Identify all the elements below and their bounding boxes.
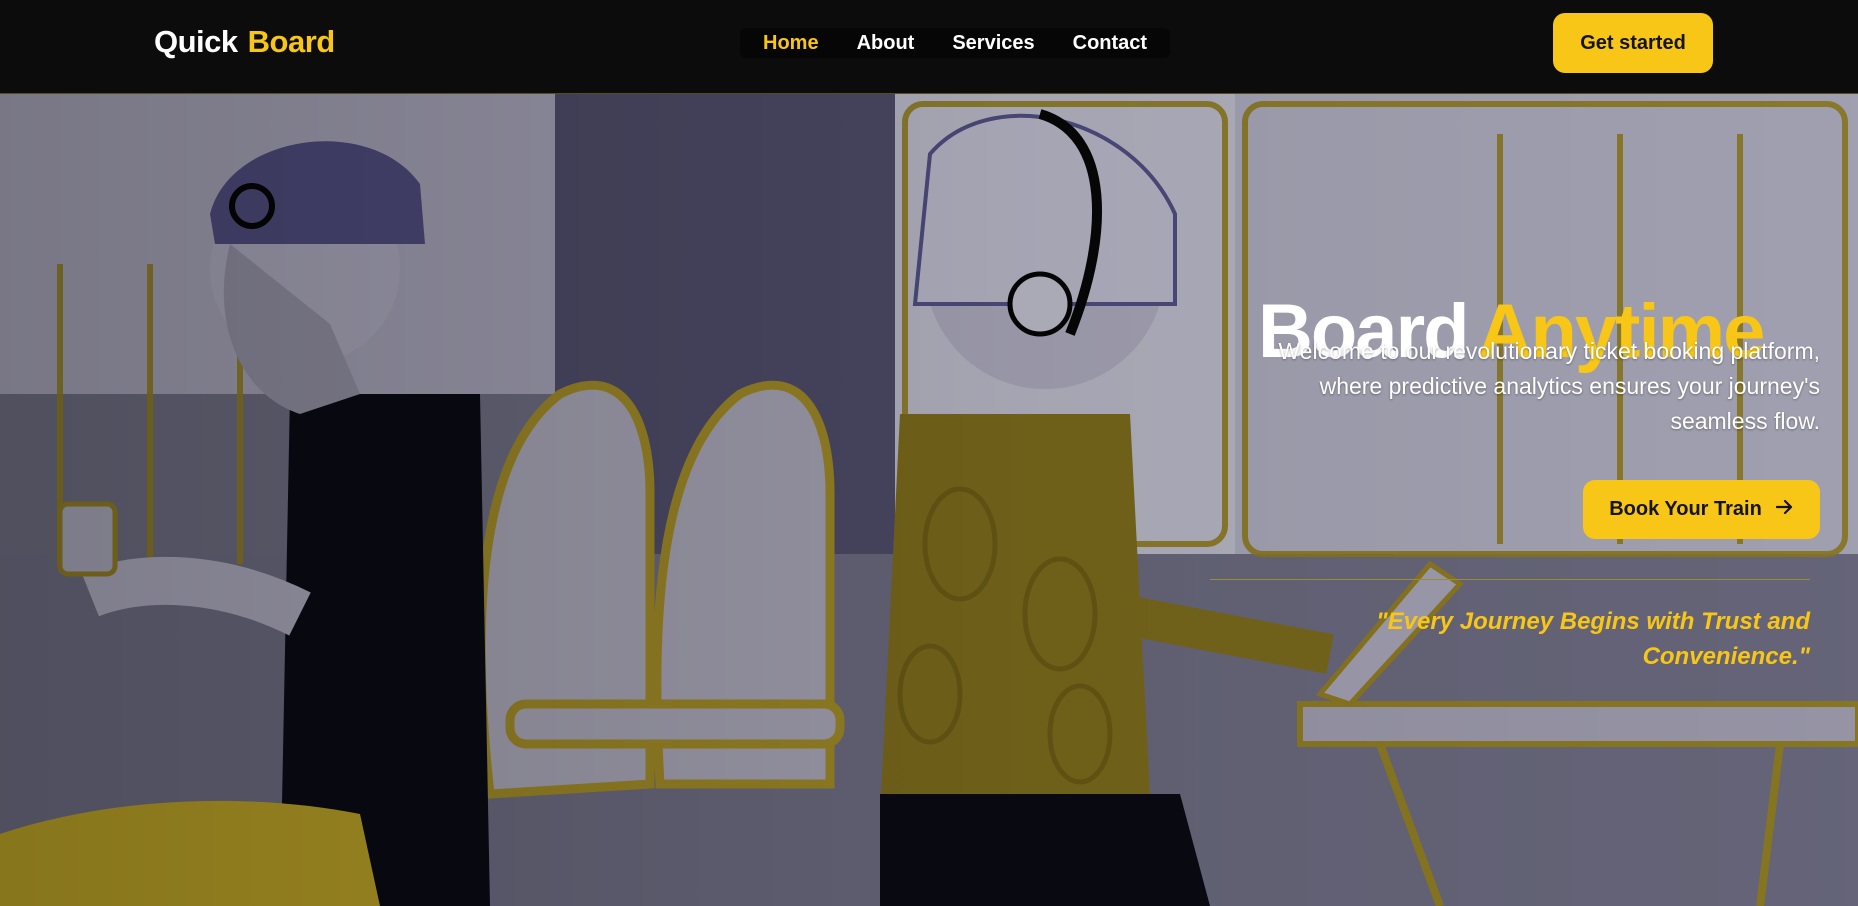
hero-description: Welcome to our revolutionary ticket book… [1278, 338, 1820, 434]
hero-section [0, 94, 1858, 906]
book-button-label: Book Your Train [1609, 498, 1762, 520]
hero-shade-overlay [0, 94, 1858, 906]
top-navbar: Quick Board Home About Services Contact G… [0, 0, 1858, 94]
nav-link-about[interactable]: About [838, 28, 934, 58]
nav-link-contact[interactable]: Contact [1054, 28, 1166, 58]
hero-divider [1210, 579, 1810, 580]
arrow-right-icon [1775, 498, 1794, 521]
nav-link-services[interactable]: Services [933, 28, 1053, 58]
main-nav: Home About Services Contact [740, 28, 1171, 58]
logo-accent-text: Board [247, 24, 336, 59]
logo-primary-text: Quick [154, 24, 238, 59]
brand-logo[interactable]: Quick Board [154, 24, 335, 60]
nav-link-home[interactable]: Home [744, 28, 838, 58]
get-started-button[interactable]: Get started [1553, 13, 1713, 73]
hero-quote: "Every Journey Begins with Trust and Con… [1376, 608, 1810, 670]
book-your-train-button[interactable]: Book Your Train [1583, 480, 1820, 539]
